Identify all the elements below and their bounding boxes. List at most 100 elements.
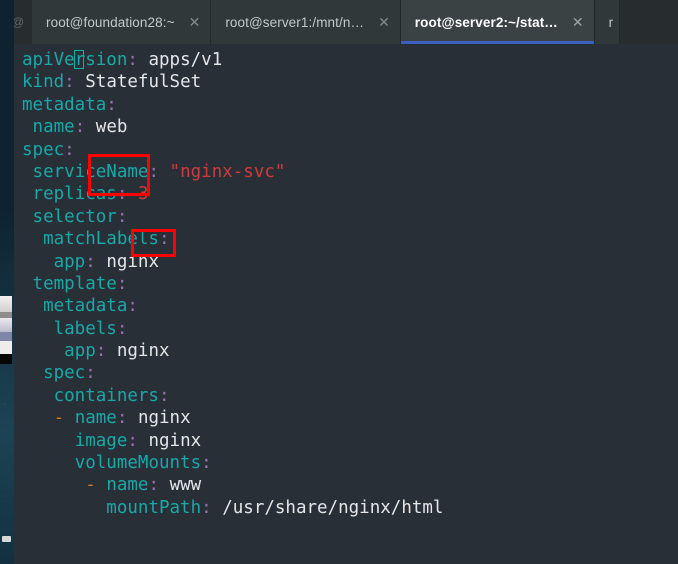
- yaml-value-replicas: 3: [137, 184, 149, 205]
- vim-buffer[interactable]: apiVersion: apps/v1 kind: StatefulSet me…: [14, 44, 443, 519]
- yaml-colon: :: [148, 475, 160, 496]
- tab-partial-next[interactable]: r: [594, 0, 621, 44]
- yaml-colon: :: [201, 453, 212, 474]
- code-line: replicas: 3: [14, 183, 443, 205]
- code-line: metadata:: [14, 94, 443, 116]
- yaml-value: /usr/share/nginx/html: [222, 497, 444, 518]
- yaml-colon: :: [106, 94, 117, 115]
- yaml-colon: :: [116, 273, 128, 294]
- code-line: matchLabels:: [14, 228, 443, 250]
- yaml-key: name: [74, 408, 117, 429]
- terminal-tab-bar: @ root@foundation28:~ ✕ root@server1:/mn…: [14, 0, 678, 44]
- yaml-key: spec: [22, 139, 65, 160]
- tab-title: r: [608, 14, 614, 30]
- yaml-key: selector: [32, 206, 117, 227]
- code-line: template:: [14, 273, 443, 295]
- yaml-key: apiVersion: [22, 50, 128, 70]
- tab-root-server1[interactable]: root@server1:/mnt/n… ✕: [211, 0, 401, 44]
- yaml-colon: :: [158, 385, 170, 406]
- yaml-key: mountPath: [106, 497, 202, 518]
- yaml-value: apps/v1: [148, 50, 223, 70]
- yaml-value-name: web: [95, 117, 128, 138]
- yaml-key: metadata: [22, 94, 107, 115]
- text-cursor: r: [73, 50, 86, 70]
- yaml-key: template: [32, 273, 117, 294]
- code-line: selector:: [14, 206, 443, 228]
- yaml-colon: :: [116, 408, 128, 429]
- code-line: app: nginx: [14, 340, 443, 362]
- tab-title: root@foundation28:~: [46, 14, 175, 30]
- yaml-value: nginx: [116, 341, 170, 362]
- yaml-colon: :: [127, 430, 138, 451]
- yaml-value: www: [169, 475, 202, 496]
- code-line: apiVersion: apps/v1: [14, 49, 443, 71]
- yaml-colon: :: [74, 117, 86, 138]
- yaml-key: kind: [22, 72, 65, 93]
- yaml-key: matchLabels: [43, 229, 159, 250]
- yaml-value: nginx: [148, 430, 202, 451]
- yaml-key: spec: [43, 363, 86, 384]
- yaml-colon: :: [95, 341, 107, 362]
- yaml-value: nginx: [106, 251, 159, 272]
- yaml-key: app: [53, 251, 86, 272]
- yaml-key: labels: [53, 318, 117, 339]
- yaml-key: name: [106, 475, 149, 496]
- tab-bar-left-stub: @: [14, 0, 32, 44]
- tab-close-icon[interactable]: ✕: [378, 15, 390, 29]
- code-line: name: web: [14, 116, 443, 138]
- yaml-colon: :: [85, 363, 96, 384]
- tab-root-server2[interactable]: root@server2:~/stat… ✕: [400, 0, 595, 44]
- yaml-key: volumeMounts: [74, 453, 202, 474]
- code-line: app: nginx: [14, 251, 443, 273]
- yaml-colon: :: [85, 251, 96, 272]
- yaml-key: serviceName: [32, 161, 149, 182]
- tab-root-foundation28[interactable]: root@foundation28:~ ✕: [32, 0, 212, 44]
- yaml-key: containers: [53, 385, 159, 406]
- yaml-value-servicename: "nginx-svc": [169, 161, 286, 182]
- bg-frag-strip-4: [0, 332, 12, 341]
- yaml-colon: :: [127, 296, 138, 317]
- yaml-value: nginx: [137, 408, 191, 429]
- taskbar-chip[interactable]: [2, 536, 11, 542]
- yaml-colon: :: [201, 497, 212, 518]
- yaml-colon: :: [64, 72, 75, 93]
- tab-bar-left-stub-text: @: [14, 15, 24, 29]
- bg-frag-strip-1: [0, 296, 12, 312]
- terminal-body[interactable]: apiVersion: apps/v1 kind: StatefulSet me…: [14, 44, 678, 564]
- yaml-key: replicas: [32, 184, 117, 205]
- yaml-colon: :: [116, 318, 128, 339]
- bg-frag-strip-6: [0, 354, 12, 364]
- yaml-key: image: [74, 430, 128, 451]
- yaml-colon: :: [64, 139, 75, 160]
- tab-close-icon[interactable]: ✕: [189, 15, 201, 29]
- code-line: image: nginx: [14, 430, 443, 452]
- code-line: containers:: [14, 385, 443, 407]
- yaml-value: StatefulSet: [85, 72, 202, 93]
- code-line: volumeMounts:: [14, 452, 443, 474]
- bg-frag-strip-3: [0, 318, 12, 332]
- yaml-colon: :: [127, 50, 138, 70]
- yaml-key: app: [64, 341, 96, 362]
- background-window-fragment[interactable]: [0, 296, 12, 364]
- yaml-list-dash: -: [53, 408, 65, 429]
- yaml-key: metadata: [43, 296, 128, 317]
- tab-title: root@server2:~/stat…: [414, 14, 558, 30]
- tab-close-icon[interactable]: ✕: [572, 15, 584, 29]
- bg-frag-strip-5: [0, 341, 12, 354]
- tab-title: root@server1:/mnt/n…: [225, 14, 365, 30]
- yaml-colon: :: [116, 184, 128, 205]
- code-line: mountPath: /usr/share/nginx/html: [14, 497, 443, 519]
- yaml-key: name: [32, 117, 75, 138]
- code-line: spec:: [14, 139, 443, 161]
- code-line: spec:: [14, 362, 443, 384]
- code-line: - name: nginx: [14, 407, 443, 429]
- code-line: labels:: [14, 318, 443, 340]
- yaml-colon: :: [158, 229, 170, 250]
- code-line: kind: StatefulSet: [14, 71, 443, 93]
- yaml-colon: :: [148, 161, 159, 182]
- code-line: metadata:: [14, 295, 443, 317]
- code-line: serviceName: "nginx-svc": [14, 161, 443, 183]
- code-line: - name: www: [14, 474, 443, 496]
- terminal-window: @ root@foundation28:~ ✕ root@server1:/mn…: [14, 0, 678, 564]
- yaml-list-dash: -: [85, 475, 96, 496]
